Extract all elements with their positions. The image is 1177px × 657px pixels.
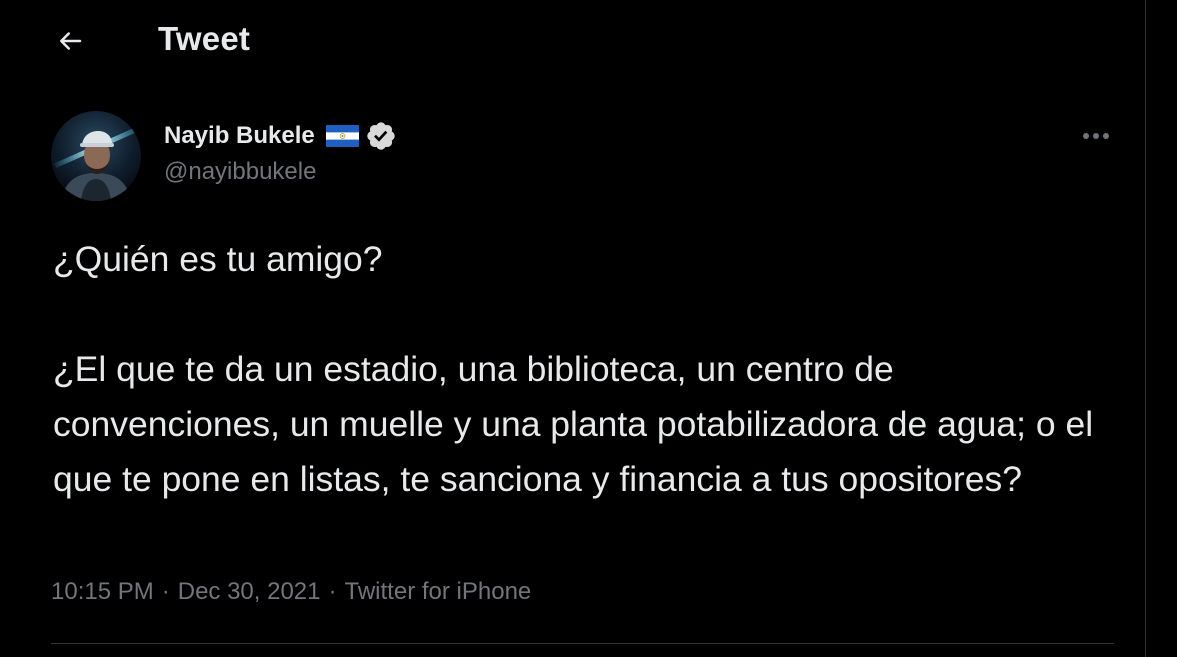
- meta-separator: ·: [328, 578, 337, 605]
- tweet-text: ¿Quién es tu amigo? ¿El que te da un est…: [53, 239, 1094, 499]
- tweet-date: Dec 30, 2021: [177, 578, 321, 605]
- author-name[interactable]: Nayib Bukele: [164, 122, 315, 150]
- page-title: Tweet: [158, 20, 251, 57]
- avatar-image: [51, 111, 141, 201]
- avatar[interactable]: [51, 111, 141, 201]
- meta-separator: ·: [161, 578, 170, 605]
- author-name-row: Nayib Bukele: [164, 120, 397, 152]
- tweet-detail-column: Tweet Nayib Bukele @nayibbukele ¿Quién e…: [0, 0, 1146, 657]
- verified-badge-icon: [365, 120, 397, 152]
- back-arrow-icon: [60, 32, 82, 50]
- divider: [51, 643, 1114, 644]
- back-button[interactable]: [50, 21, 90, 61]
- author-handle[interactable]: @nayibbukele: [164, 158, 316, 186]
- more-options-icon: [1083, 133, 1109, 139]
- page-header: Tweet: [0, 0, 1145, 80]
- tweet-time-link[interactable]: 10:15 PM · Dec 30, 2021: [51, 578, 321, 606]
- tweet-source: Twitter for iPhone: [344, 578, 532, 605]
- more-options-button[interactable]: [1074, 116, 1118, 156]
- el-salvador-flag-icon: [325, 125, 359, 147]
- tweet-source-link[interactable]: Twitter for iPhone: [345, 578, 532, 606]
- tweet-time: 10:15 PM: [51, 578, 154, 605]
- tweet-meta: 10:15 PM · Dec 30, 2021 · Twitter for iPho…: [51, 578, 531, 606]
